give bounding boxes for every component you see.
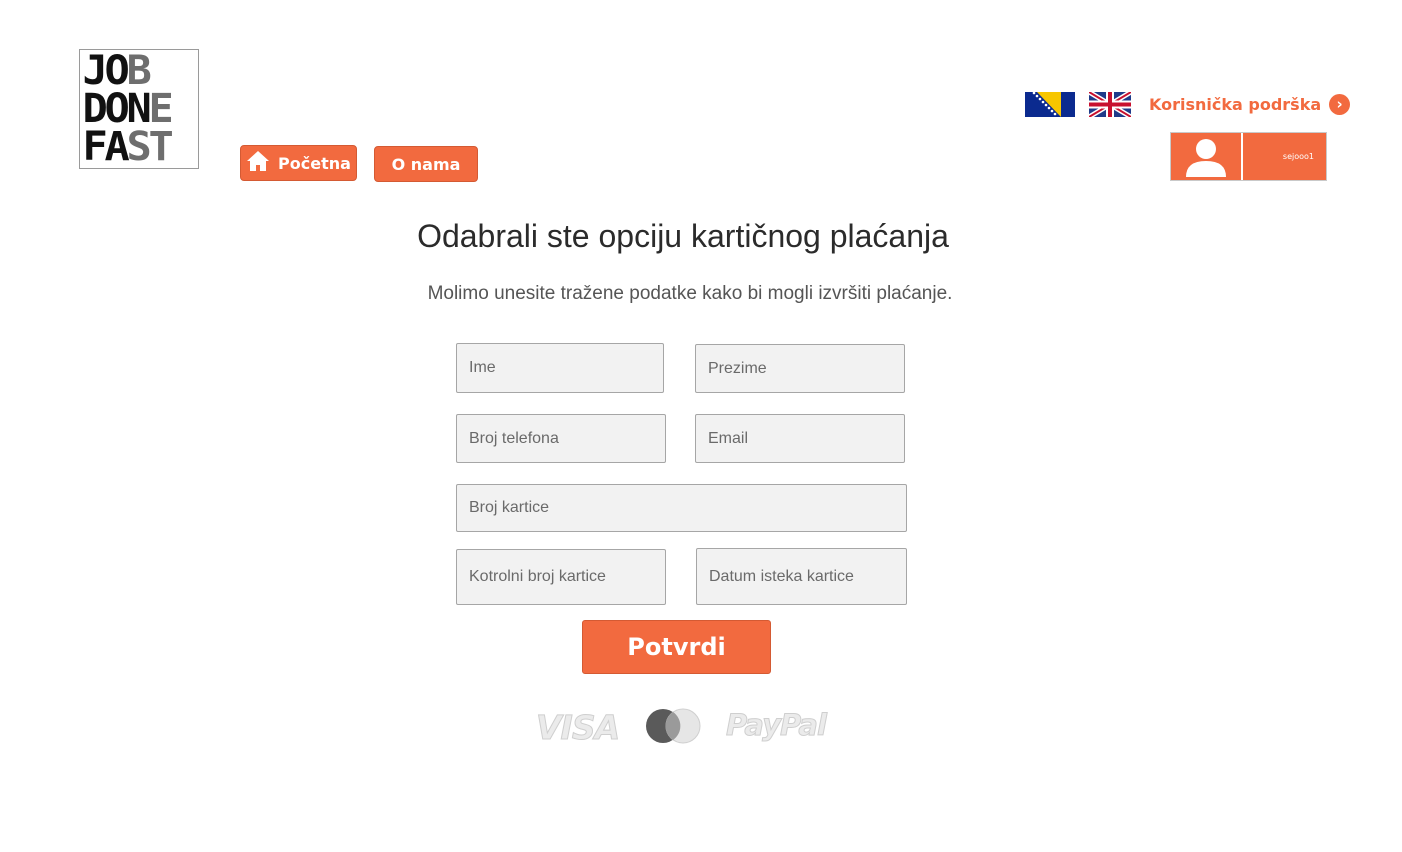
logo-line-2: D O N E <box>82 86 195 132</box>
bosnian-flag-icon[interactable] <box>1025 92 1075 117</box>
uk-flag-icon[interactable] <box>1089 92 1131 117</box>
user-icon <box>1186 138 1226 177</box>
visa-logo: VISA <box>535 708 620 748</box>
page-title: Odabrali ste opciju kartičnog plaćanja <box>0 218 1402 255</box>
email-input[interactable] <box>695 414 905 463</box>
page-subtitle-text: Molimo unesite tražene podatke kako bi m… <box>427 283 953 304</box>
card-expiry-input[interactable] <box>696 548 907 605</box>
chevron-right-icon: › <box>1329 93 1351 115</box>
avatar <box>1171 133 1243 180</box>
home-icon <box>246 150 270 176</box>
confirm-button[interactable]: Potvrdi <box>582 620 771 674</box>
logo-letter: O <box>104 48 130 94</box>
phone-input[interactable] <box>456 414 666 463</box>
logo-letter: F <box>82 124 107 170</box>
customer-support-label: Korisnička podrška <box>1149 94 1322 114</box>
logo-letter: N <box>126 86 152 132</box>
page-subtitle: Molimo unesite tražene podatke kako bi m… <box>0 283 1402 305</box>
logo-letter: D <box>82 86 107 132</box>
home-button[interactable]: Početna <box>240 145 357 181</box>
mastercard-icon <box>645 708 701 744</box>
logo-letter: E <box>148 86 174 132</box>
customer-support-link[interactable]: Korisnička podrška › <box>1149 92 1351 116</box>
first-name-input[interactable] <box>456 343 664 393</box>
about-button[interactable]: O nama <box>374 146 478 182</box>
home-button-label: Početna <box>278 153 351 173</box>
card-number-input[interactable] <box>456 484 907 532</box>
logo-line-3: F A S T <box>82 124 195 170</box>
about-button-label: O nama <box>391 154 461 174</box>
logo[interactable]: J O B D O N E F A S T <box>79 49 199 169</box>
logo-line-1: J O B <box>82 48 195 94</box>
page-title-text: Odabrali ste opciju kartičnog plaćanja <box>417 218 949 254</box>
logo-letter: O <box>104 86 130 132</box>
logo-letter: J <box>82 48 107 94</box>
logo-letter: A <box>104 124 130 170</box>
user-account-button[interactable]: sejooo1 <box>1170 132 1327 181</box>
card-control-number-input[interactable] <box>456 549 666 605</box>
logo-letter: T <box>148 124 174 170</box>
username: sejooo1 <box>1282 152 1314 161</box>
last-name-input[interactable] <box>695 344 905 393</box>
paypal-logo: PayPal <box>726 708 828 743</box>
logo-letter: B <box>126 48 152 94</box>
logo-letter: S <box>126 124 152 170</box>
